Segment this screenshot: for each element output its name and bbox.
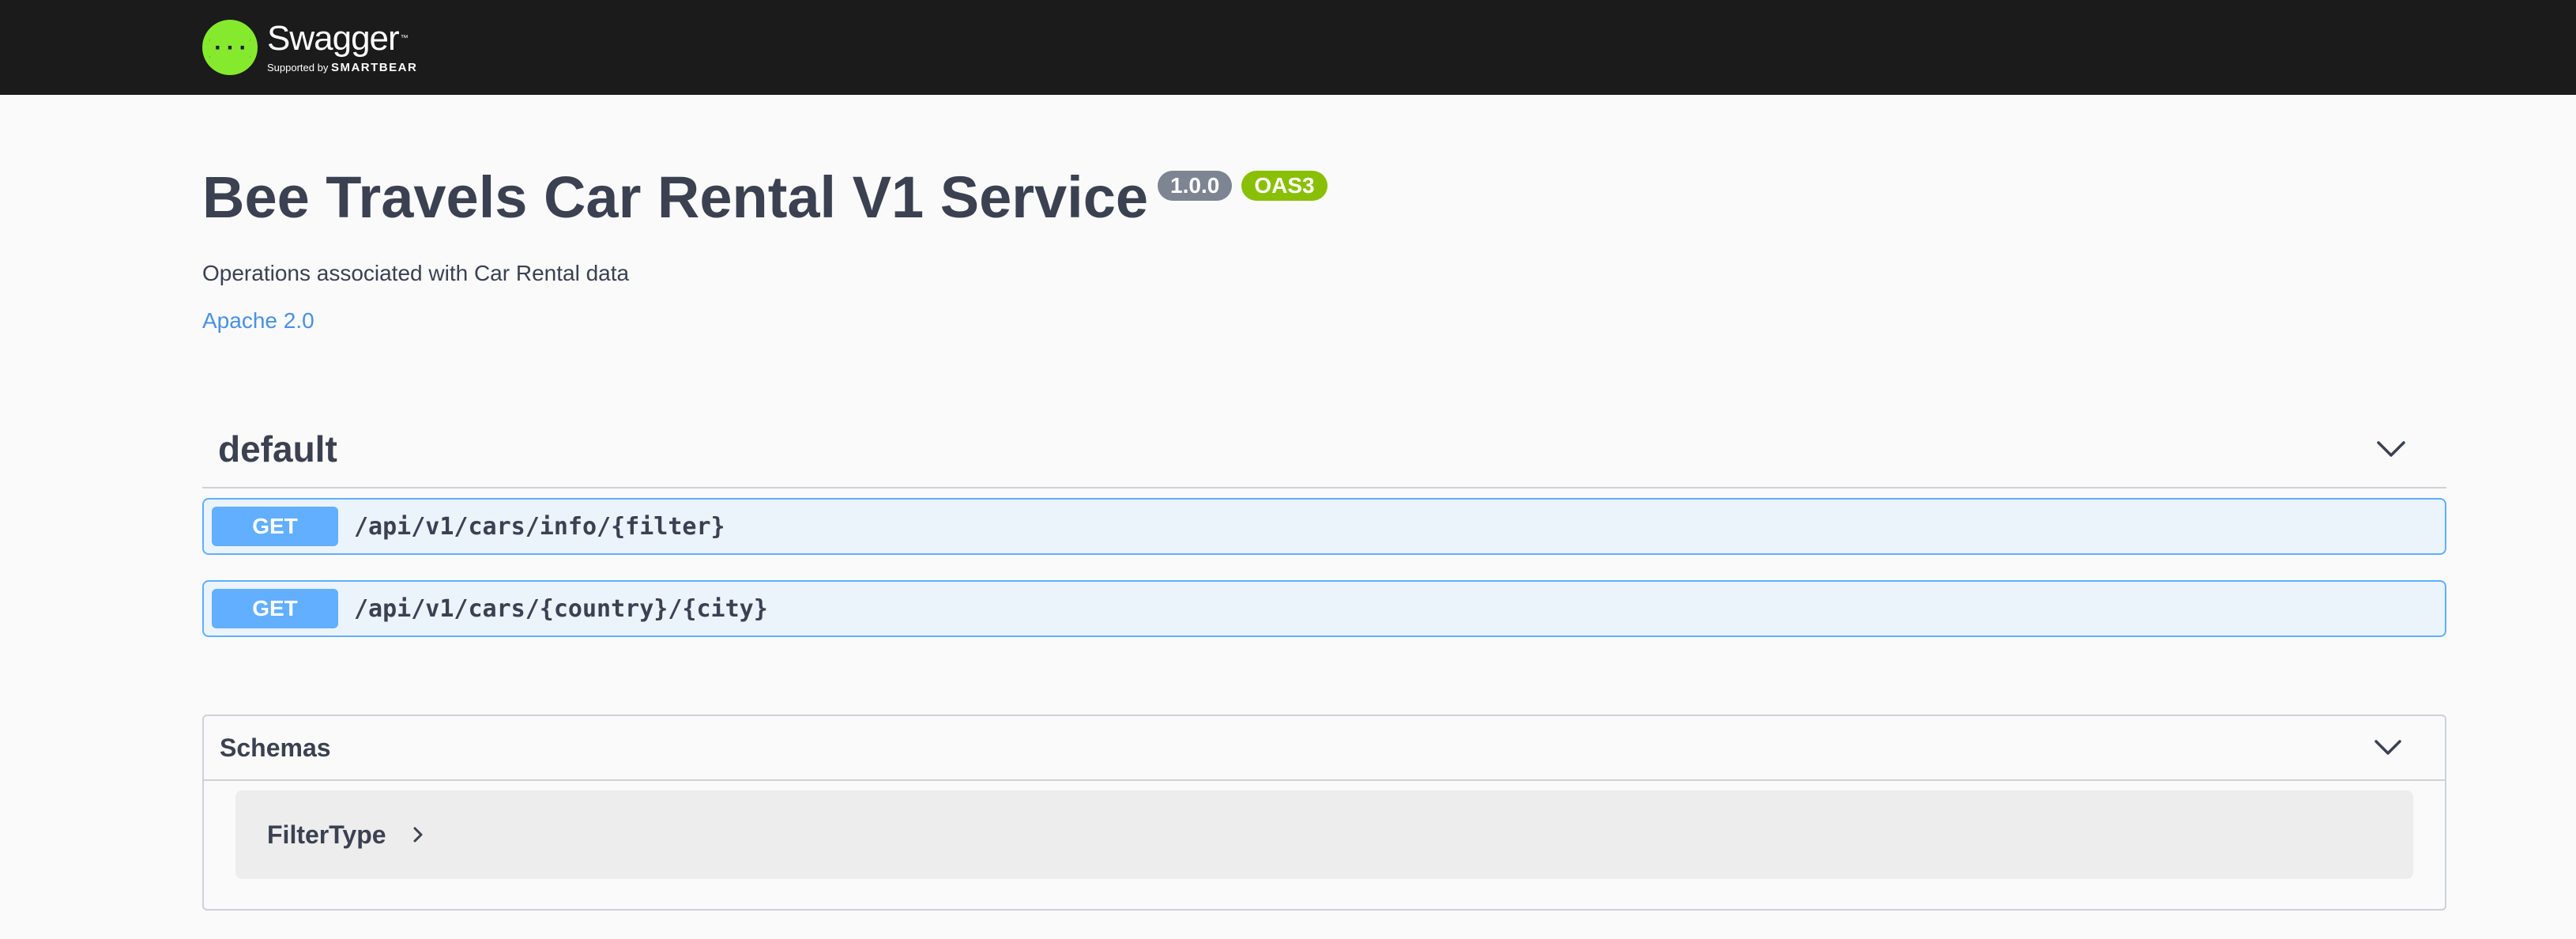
tag-name: default	[218, 428, 337, 470]
chevron-down-icon[interactable]	[2375, 433, 2407, 465]
model-name: FilterType	[267, 820, 386, 849]
method-badge: GET	[212, 507, 338, 546]
schemas-section: Schemas FilterType	[202, 715, 2446, 911]
operation-path: /api/v1/cars/info/{filter}	[354, 512, 725, 541]
operation-get-cars-country-city[interactable]: GET /api/v1/cars/{country}/{city}	[202, 580, 2446, 637]
logo-name: Swagger	[267, 19, 400, 58]
operation-path: /api/v1/cars/{country}/{city}	[354, 594, 768, 623]
version-badge: 1.0.0	[1158, 171, 1233, 201]
swagger-logo[interactable]: {···} Swagger™ Supported by SMARTBEAR	[202, 16, 417, 79]
method-badge: GET	[212, 589, 338, 628]
title-row: Bee Travels Car Rental V1 Service 1.0.0 …	[202, 158, 2446, 237]
api-description: Operations associated with Car Rental da…	[202, 261, 630, 285]
schema-model-filtertype[interactable]: FilterType	[235, 790, 2413, 879]
api-info: Bee Travels Car Rental V1 Service 1.0.0 …	[202, 158, 2446, 335]
operation-get-cars-info[interactable]: GET /api/v1/cars/info/{filter}	[202, 498, 2446, 555]
logo-glyph: {···}	[209, 36, 250, 60]
tag-header-default[interactable]: default	[202, 411, 2446, 488]
license-link[interactable]: Apache 2.0	[202, 307, 314, 335]
page-title: Bee Travels Car Rental V1 Service	[202, 164, 1149, 230]
schemas-header[interactable]: Schemas	[204, 716, 2445, 781]
logo-trademark: ™	[400, 34, 409, 43]
curly-braces-icon: {···}	[209, 36, 250, 60]
swagger-logo-icon: {···}	[202, 20, 258, 75]
logo-brand: SMARTBEAR	[330, 61, 418, 74]
chevron-right-icon[interactable]	[410, 825, 426, 844]
tag-section-default: default GET /api/v1/cars/info/{filter} G…	[202, 411, 2446, 637]
chevron-down-icon[interactable]	[2372, 732, 2404, 764]
logo-supported-by: Supported by	[267, 62, 331, 74]
top-bar: {···} Swagger™ Supported by SMARTBEAR	[0, 0, 2576, 95]
oas-badge: OAS3	[1241, 171, 1328, 201]
schemas-title: Schemas	[220, 733, 331, 762]
